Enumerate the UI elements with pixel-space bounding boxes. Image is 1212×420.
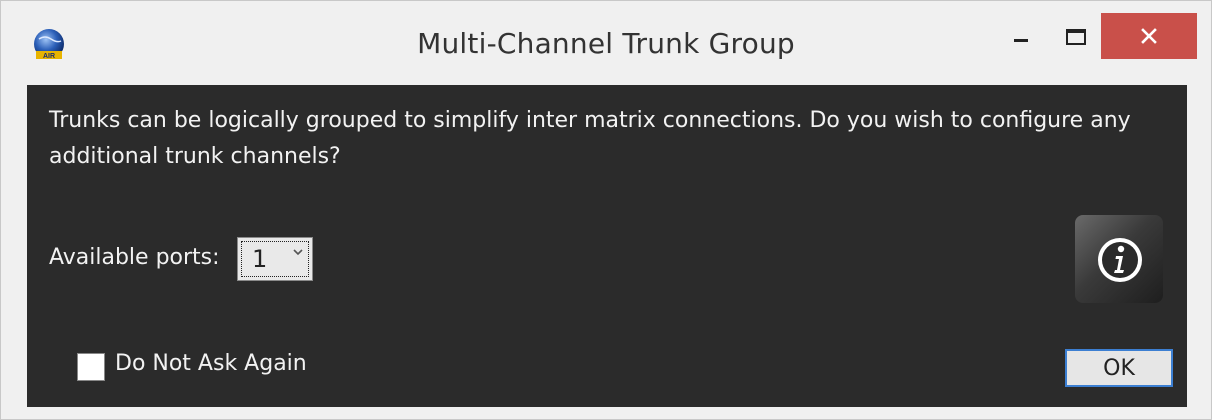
available-ports-select[interactable]: 1: [237, 237, 313, 281]
chevron-down-icon: [293, 249, 303, 256]
info-icon: [1098, 238, 1142, 282]
do-not-ask-again-checkbox[interactable]: [77, 353, 105, 381]
dialog-body: Trunks can be logically grouped to simpl…: [27, 85, 1187, 407]
do-not-ask-again-label[interactable]: Do Not Ask Again: [115, 351, 307, 376]
ok-button[interactable]: OK: [1065, 349, 1173, 387]
dialog-window: AIR Multi-Channel Trunk Group Trunks can…: [0, 0, 1212, 420]
minimize-button[interactable]: [991, 13, 1051, 61]
close-icon: [1141, 28, 1157, 44]
available-ports-label: Available ports:: [49, 245, 220, 270]
maximize-button[interactable]: [1051, 13, 1101, 61]
close-button[interactable]: [1101, 13, 1197, 59]
title-bar[interactable]: AIR Multi-Channel Trunk Group: [1, 1, 1211, 85]
minimize-icon: [1014, 39, 1028, 42]
dialog-message: Trunks can be logically grouped to simpl…: [49, 108, 1131, 169]
info-tile: [1075, 215, 1163, 303]
maximize-icon: [1066, 29, 1086, 45]
